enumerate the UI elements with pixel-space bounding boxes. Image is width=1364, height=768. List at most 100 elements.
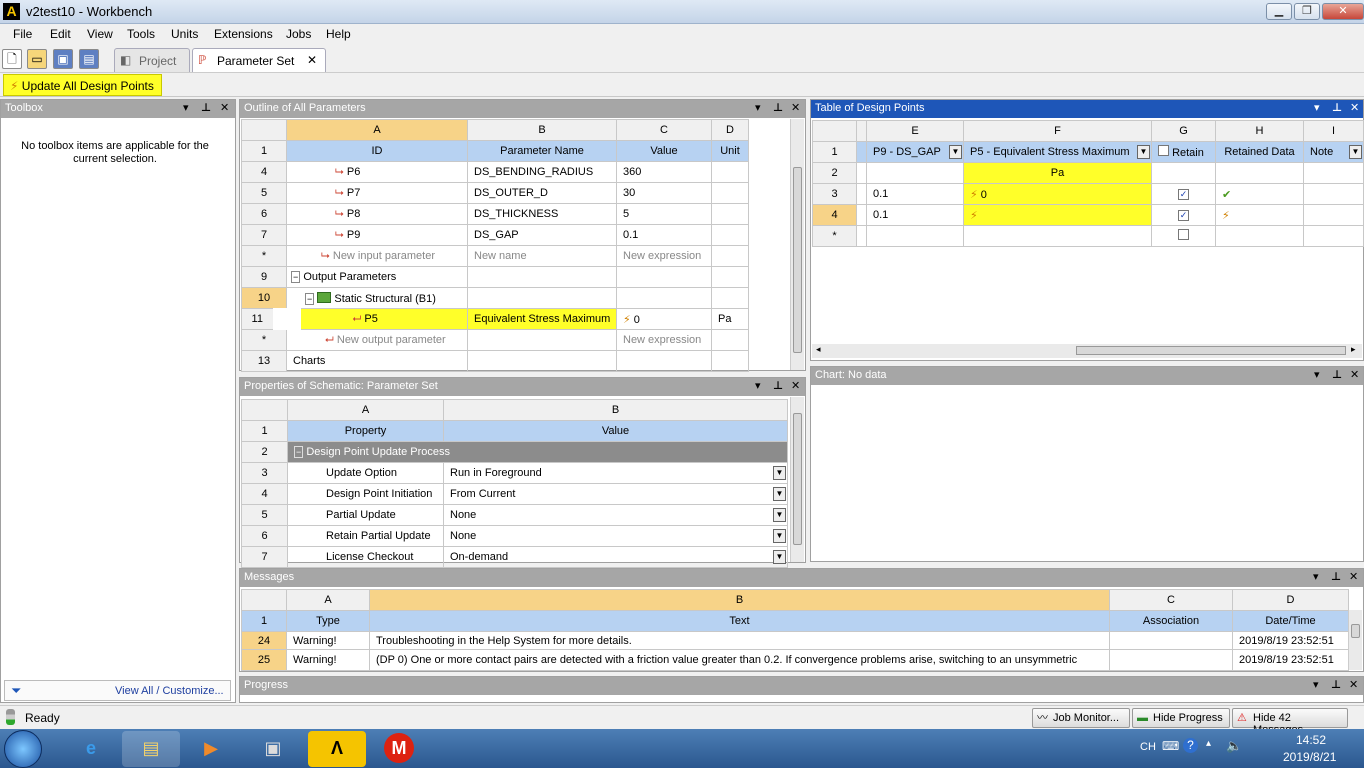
hide-progress-button[interactable]: ▬ Hide Progress [1132, 708, 1230, 728]
col-header-c[interactable]: C [616, 119, 712, 141]
collapse-icon[interactable]: − [294, 446, 304, 458]
close-icon[interactable]: ✕ [1349, 678, 1358, 691]
dropdown-icon[interactable]: ▾ [183, 101, 189, 114]
close-icon[interactable]: ✕ [1350, 368, 1359, 381]
param-value[interactable]: 360 [616, 161, 712, 183]
maximize-button[interactable]: ❐ [1294, 3, 1320, 20]
param-value[interactable]: 0.1 [616, 224, 712, 246]
retain-checkbox[interactable] [1178, 229, 1189, 240]
new-output-row[interactable]: * ⮠ New output parameter New expression [241, 329, 749, 351]
menu-jobs[interactable]: Jobs [286, 27, 311, 41]
dropdown-icon[interactable]: ▾ [755, 101, 761, 114]
dropdown-icon[interactable]: ▾ [755, 379, 761, 392]
language-indicator[interactable]: CH [1140, 741, 1156, 753]
retain-checkbox[interactable]: ✓ [1178, 189, 1189, 200]
close-icon[interactable]: ✕ [220, 101, 229, 114]
table-row[interactable]: 6 ⮡ P8 DS_THICKNESS 5 [241, 203, 749, 225]
close-icon[interactable]: ✕ [1350, 101, 1359, 114]
media-player-taskbar-icon[interactable]: ▶ [182, 731, 240, 767]
design-point-row[interactable]: 4 0.1 ⚡ ✓ ⚡ [812, 204, 1364, 226]
menu-edit[interactable]: Edit [50, 27, 71, 41]
open-folder-icon[interactable]: ▭ [27, 49, 47, 69]
note-cell[interactable] [1303, 183, 1364, 205]
dropdown-arrow-icon[interactable]: ▼ [773, 529, 786, 543]
dropdown-arrow-icon[interactable]: ▼ [773, 508, 786, 522]
col-header-g[interactable]: G [1151, 120, 1216, 142]
tray-arrow-icon[interactable]: ▴ [1206, 738, 1211, 749]
property-value[interactable]: None [450, 509, 476, 521]
param-value[interactable]: 30 [616, 182, 712, 204]
property-value[interactable]: Run in Foreground [450, 467, 542, 479]
param-name[interactable]: DS_GAP [467, 224, 617, 246]
param-unit[interactable] [711, 161, 749, 183]
col-header-h[interactable]: H [1215, 120, 1304, 142]
minimize-button[interactable]: ▁ [1266, 3, 1292, 20]
pin-icon[interactable]: ⊥ [1332, 368, 1342, 381]
col-header-e[interactable]: E [866, 120, 964, 142]
property-value[interactable]: From Current [450, 488, 515, 500]
col-header-c[interactable]: C [1109, 589, 1233, 611]
static-structural-row[interactable]: 10 − Static Structural (B1) [241, 287, 749, 309]
mail-taskbar-icon[interactable]: M [370, 731, 428, 767]
pin-icon[interactable]: ⊥ [1331, 678, 1341, 691]
close-tab-icon[interactable]: ✕ [307, 53, 317, 67]
dropdown-arrow-icon[interactable]: ▼ [773, 487, 786, 501]
note-cell[interactable] [1303, 204, 1364, 226]
col-header-d[interactable]: D [1232, 589, 1349, 611]
new-expression-cell[interactable]: New expression [616, 329, 712, 351]
charts-row[interactable]: 13 Charts [241, 350, 749, 372]
menu-file[interactable]: File [13, 27, 32, 41]
menu-view[interactable]: View [87, 27, 113, 41]
new-gap-cell[interactable] [866, 225, 964, 247]
col-header-a[interactable]: A [287, 399, 444, 421]
property-row[interactable]: 4 Design Point Initiation From Current ▼ [241, 483, 788, 505]
param-unit[interactable] [711, 182, 749, 204]
col-header-f[interactable]: F [963, 120, 1152, 142]
new-design-point-row[interactable]: * [812, 225, 1364, 247]
col-header-b[interactable]: B [443, 399, 788, 421]
close-icon[interactable]: ✕ [791, 101, 800, 114]
keyboard-icon[interactable]: ⌨ [1162, 739, 1179, 753]
clock-time[interactable]: 14:52 [1296, 733, 1326, 747]
table-row-p5[interactable]: 11 ⮠ P5 Equivalent Stress Maximum ⚡ 0 Pa [241, 308, 749, 330]
dropdown-icon[interactable]: ▾ [1314, 101, 1320, 114]
close-icon[interactable]: ✕ [791, 379, 800, 392]
pin-icon[interactable]: ⊥ [773, 379, 783, 392]
close-icon[interactable]: ✕ [1349, 570, 1358, 583]
hide-messages-button[interactable]: ⚠Hide 42 Messages [1232, 708, 1348, 736]
explorer-taskbar-icon[interactable]: ▤ [122, 731, 180, 767]
pin-icon[interactable]: ⊥ [773, 101, 783, 114]
dropdown-arrow-icon[interactable]: ▼ [773, 550, 786, 564]
pin-icon[interactable]: ⊥ [1332, 101, 1342, 114]
messages-scrollbar[interactable] [1348, 610, 1362, 670]
close-window-button[interactable]: ✕ [1322, 3, 1364, 20]
col-header-a[interactable]: A [286, 589, 370, 611]
col-header-d[interactable]: D [711, 119, 749, 141]
dropdown-arrow-icon[interactable]: ▼ [1137, 145, 1150, 159]
param-name[interactable]: Equivalent Stress Maximum [467, 308, 617, 330]
output-parameters-row[interactable]: 9 − Output Parameters [241, 266, 749, 288]
app-taskbar-icon[interactable]: ▣ [244, 731, 302, 767]
param-unit[interactable] [711, 224, 749, 246]
dropdown-icon[interactable]: ▾ [1313, 678, 1319, 691]
horizontal-scrollbar[interactable]: ◂ ▸ [812, 344, 1362, 358]
dropdown-icon[interactable]: ▾ [1313, 570, 1319, 583]
property-row[interactable]: 5 Partial Update None ▼ [241, 504, 788, 526]
new-name-cell[interactable]: New name [467, 245, 617, 267]
menu-units[interactable]: Units [171, 27, 198, 41]
col-header-i[interactable]: I [1303, 120, 1364, 142]
param-name[interactable]: DS_THICKNESS [467, 203, 617, 225]
param-value[interactable]: 5 [616, 203, 712, 225]
scroll-left-icon[interactable]: ◂ [816, 344, 821, 355]
new-input-row[interactable]: * ⮡ New input parameter New name New exp… [241, 245, 749, 267]
dp-gap-value[interactable]: 0.1 [866, 204, 964, 226]
param-unit[interactable] [711, 203, 749, 225]
dropdown-icon[interactable]: ▾ [1314, 368, 1320, 381]
job-monitor-button[interactable]: 〰 Job Monitor... [1032, 708, 1130, 728]
message-row[interactable]: 25 Warning! (DP 0) One or more contact p… [241, 649, 1349, 671]
dropdown-arrow-icon[interactable]: ▼ [773, 466, 786, 480]
outline-scrollbar[interactable] [790, 119, 804, 370]
tab-project[interactable]: ◧ Project [114, 48, 190, 72]
help-icon[interactable]: ? [1183, 738, 1198, 753]
workbench-taskbar-icon[interactable]: Λ [308, 731, 366, 767]
